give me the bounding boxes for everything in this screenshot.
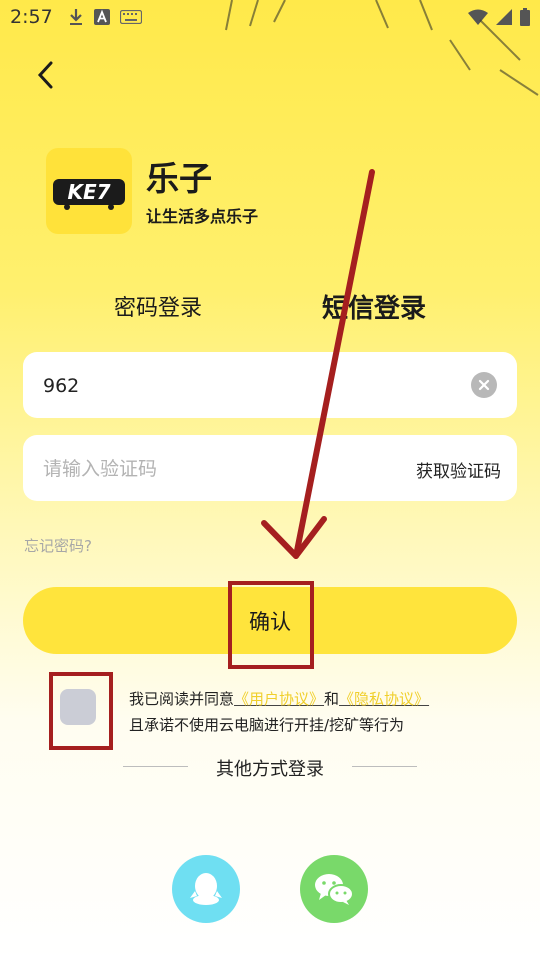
wifi-icon (468, 9, 488, 25)
app-logo-text: KE7 (67, 180, 110, 204)
app-logo-icon: KE7 (53, 179, 125, 210)
app-name: 乐子 (146, 159, 212, 198)
agreement-prefix: 我已阅读并同意 (129, 690, 235, 708)
close-icon (478, 379, 490, 391)
verification-code-field: 获取验证码 (23, 435, 517, 503)
chevron-left-icon (37, 61, 53, 89)
agreement-and: 和 (324, 690, 340, 708)
other-login-label: 其他方式登录 (216, 759, 324, 780)
wechat-login-button[interactable] (300, 855, 368, 923)
qq-login-button[interactable] (172, 855, 240, 923)
phone-field (23, 352, 517, 420)
tab-sms-login[interactable]: 短信登录 (322, 288, 426, 325)
phone-input[interactable] (41, 352, 425, 420)
clear-button[interactable] (471, 372, 497, 398)
wechat-icon (315, 874, 354, 905)
get-code-button[interactable]: 获取验证码 (416, 457, 501, 482)
notification-icons (68, 8, 142, 26)
agreement-text: 我已阅读并同意《用户协议》和《隐私协议》 (129, 688, 429, 709)
user-agreement-link[interactable]: 《用户协议》 (234, 690, 324, 708)
annotation-box-checkbox (49, 672, 113, 750)
annotation-box-confirm (228, 581, 314, 669)
privacy-policy-link[interactable]: 《隐私协议》 (339, 690, 429, 708)
battery-icon (520, 8, 530, 26)
status-bar: 2:57 (0, 0, 540, 36)
verification-code-input[interactable] (41, 435, 425, 503)
qq-icon (190, 873, 222, 905)
tab-password-login[interactable]: 密码登录 (114, 290, 202, 322)
app-slogan: 让生活多点乐子 (146, 207, 259, 226)
divider-line-right (352, 766, 417, 767)
app-logo: KE7 (46, 148, 132, 234)
system-icons (468, 8, 530, 26)
forgot-password-link[interactable]: 忘记密码? (24, 535, 92, 556)
other-login-divider: 其他方式登录 (123, 755, 417, 780)
download-icon (70, 9, 82, 25)
status-time: 2:57 (10, 6, 53, 28)
keyboard-icon (120, 10, 142, 24)
font-app-icon (94, 9, 110, 25)
back-button[interactable] (30, 58, 64, 92)
signal-icon (496, 9, 512, 25)
agreement-commitment: 且承诺不使用云电脑进行开挂/挖矿等行为 (129, 716, 405, 734)
